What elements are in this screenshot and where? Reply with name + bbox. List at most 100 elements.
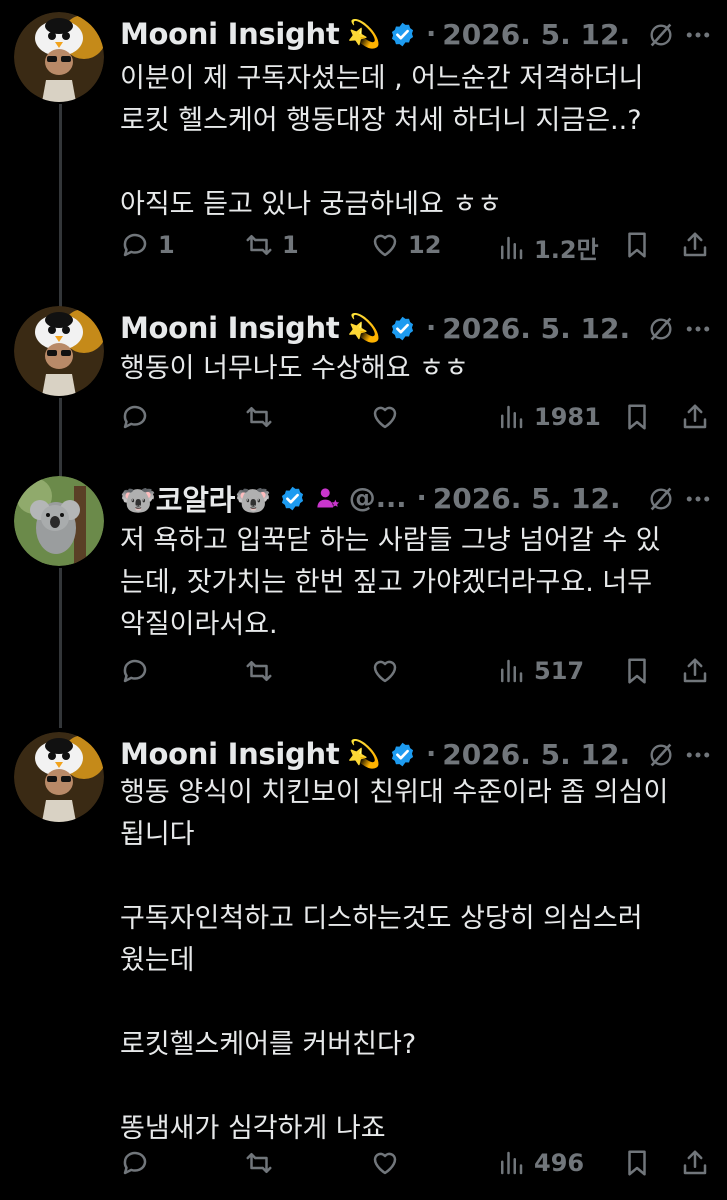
author-name[interactable]: Mooni Insight [120, 17, 340, 51]
author-handle[interactable]: @... [349, 483, 407, 514]
retweet-icon [246, 235, 272, 255]
like-button[interactable] [370, 1148, 408, 1178]
share-icon [683, 232, 707, 257]
bookmark-icon [628, 1150, 646, 1176]
grok-icon[interactable] [647, 741, 675, 769]
tweet-actions: 1 1 12 1.2만 [120, 230, 713, 270]
share-button[interactable] [680, 402, 710, 432]
reply-icon [123, 659, 147, 683]
views-icon [501, 405, 523, 429]
heart-icon [373, 406, 397, 429]
retweet-icon [246, 661, 272, 681]
tweet-actions: 496 [120, 1148, 713, 1188]
share-button[interactable] [680, 1148, 710, 1178]
reply-button[interactable]: 1 [120, 230, 175, 260]
tweet-date[interactable]: 2026. 5. 12. [442, 738, 630, 771]
heart-icon [373, 660, 397, 683]
share-button[interactable] [680, 656, 710, 686]
verified-badge-icon [391, 316, 414, 340]
sparkle-emoji: 💫 [347, 19, 382, 50]
tweet-actions: 1981 [120, 402, 713, 442]
like-count: 12 [408, 231, 442, 259]
bookmark-button[interactable] [622, 230, 652, 260]
bookmark-button[interactable] [622, 1148, 652, 1178]
retweet-icon [246, 1153, 272, 1173]
share-button[interactable] [680, 230, 710, 260]
retweet-button[interactable] [244, 656, 282, 686]
bookmark-icon [628, 658, 646, 684]
share-icon [683, 1150, 707, 1175]
share-icon [683, 658, 707, 683]
sparkle-emoji: 💫 [347, 313, 382, 344]
more-options-icon[interactable] [683, 740, 713, 770]
tweet-header: Mooni Insight 💫 · 2026. 5. 12. [120, 12, 713, 56]
bookmark-icon [628, 232, 646, 258]
grok-icon[interactable] [647, 21, 675, 49]
reply-button[interactable] [120, 656, 158, 686]
retweet-count: 1 [282, 231, 299, 259]
view-count: 1.2만 [534, 236, 599, 264]
verified-badge-icon [391, 742, 414, 766]
like-button[interactable]: 12 [370, 230, 441, 260]
tweet[interactable]: 🐨코알라🐨 @... · 2026. 5. 12. 저 욕하고 입꾹닫 하는 사… [0, 476, 727, 706]
tweet[interactable]: Mooni Insight 💫 · 2026. 5. 12. 행동 양식이 치킨… [0, 732, 727, 1192]
tweet-date[interactable]: 2026. 5. 12. [442, 18, 630, 51]
tweet[interactable]: Mooni Insight 💫 · 2026. 5. 12. 이분이 제 구독자… [0, 12, 727, 292]
avatar[interactable] [14, 476, 104, 566]
tweet-text: 이분이 제 구독자셨는데 , 어느순간 저격하더니 로킷 헬스케어 행동대장 처… [120, 63, 644, 220]
subscriber-badge-icon [317, 487, 339, 507]
tweet-date[interactable]: 2026. 5. 12. [442, 312, 630, 345]
tweet-header: Mooni Insight 💫 · 2026. 5. 12. [120, 732, 713, 776]
separator-dot: · [416, 482, 427, 514]
views-button[interactable]: 1981 [496, 402, 601, 432]
grok-icon[interactable] [647, 315, 675, 343]
tweet[interactable]: Mooni Insight 💫 · 2026. 5. 12. 행동이 너무나도 … [0, 306, 727, 456]
more-options-icon[interactable] [683, 20, 713, 50]
views-icon [501, 659, 523, 683]
tweet-date[interactable]: 2026. 5. 12. [433, 482, 621, 515]
retweet-button[interactable]: 1 [244, 230, 299, 260]
heart-icon [373, 1152, 397, 1175]
author-name[interactable]: 🐨코알라🐨 [120, 477, 271, 519]
separator-dot: · [426, 18, 437, 50]
avatar[interactable] [14, 306, 104, 396]
more-options-icon[interactable] [683, 484, 713, 514]
like-button[interactable] [370, 656, 408, 686]
verified-badge-icon [391, 22, 414, 46]
tweet-header: 🐨코알라🐨 @... · 2026. 5. 12. [120, 476, 713, 520]
views-icon [501, 236, 523, 259]
author-name[interactable]: Mooni Insight [120, 311, 340, 345]
views-button[interactable]: 496 [496, 1148, 584, 1178]
reply-icon [123, 233, 147, 257]
verified-badge-icon [281, 486, 303, 510]
retweet-button[interactable] [244, 1148, 282, 1178]
reply-icon [123, 405, 147, 429]
heart-icon [373, 234, 397, 257]
separator-dot: · [426, 312, 437, 344]
tweet-text: 저 욕하고 입꾹닫 하는 사람들 그냥 넘어갈 수 있 는데, 잣가치는 한번 … [120, 525, 661, 640]
reply-button[interactable] [120, 402, 158, 432]
avatar[interactable] [14, 732, 104, 822]
bookmark-icon [628, 404, 646, 430]
reply-count: 1 [158, 231, 175, 259]
grok-icon[interactable] [647, 485, 675, 513]
tweet-text: 행동 양식이 치킨보이 친위대 수준이라 좀 의심이 됩니다 구독자인척하고 디… [120, 777, 669, 1144]
view-count: 496 [534, 1149, 585, 1177]
share-icon [683, 404, 707, 429]
avatar[interactable] [14, 12, 104, 102]
reply-icon [123, 1151, 147, 1175]
separator-dot: · [426, 738, 437, 770]
author-name[interactable]: Mooni Insight [120, 737, 340, 771]
views-icon [501, 1151, 523, 1175]
reply-button[interactable] [120, 1148, 158, 1178]
retweet-icon [246, 407, 272, 427]
bookmark-button[interactable] [622, 402, 652, 432]
tweet-header: Mooni Insight 💫 · 2026. 5. 12. [120, 306, 713, 350]
more-options-icon[interactable] [683, 314, 713, 344]
views-button[interactable]: 1.2만 [496, 230, 599, 265]
retweet-button[interactable] [244, 402, 282, 432]
view-count: 1981 [534, 403, 601, 431]
views-button[interactable]: 517 [496, 656, 584, 686]
like-button[interactable] [370, 402, 408, 432]
bookmark-button[interactable] [622, 656, 652, 686]
